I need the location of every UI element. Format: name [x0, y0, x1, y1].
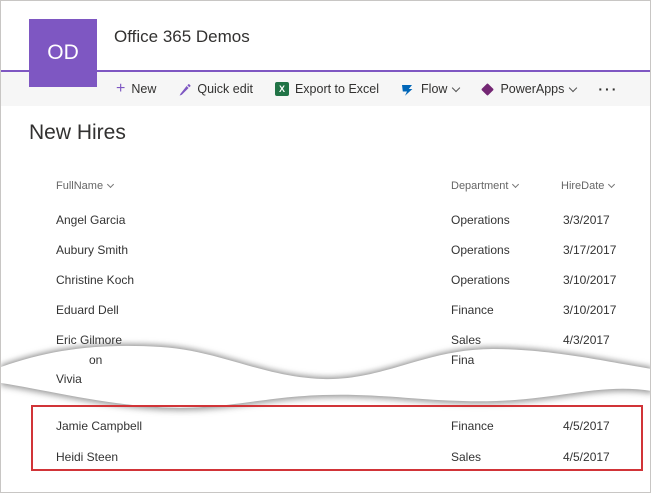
table-row-partial[interactable]: Vivia: [56, 372, 82, 386]
powerapps-label: PowerApps: [500, 82, 564, 96]
cell-fullname: Eduard Dell: [56, 295, 119, 325]
cell-department: Operations: [451, 205, 510, 235]
cell-department: Operations: [451, 235, 510, 265]
new-button-label: New: [131, 82, 156, 96]
table-row-partial[interactable]: Fina: [451, 353, 474, 367]
column-header-department[interactable]: Department: [451, 180, 518, 192]
column-header-fullname[interactable]: FullName: [56, 180, 113, 192]
cell-department: Operations: [451, 265, 510, 295]
powerapps-icon: [482, 83, 495, 96]
table-row-partial[interactable]: on: [89, 353, 102, 367]
quick-edit-label: Quick edit: [197, 82, 253, 96]
table-row[interactable]: Aubury Smith Operations 3/17/2017: [1, 235, 651, 265]
cell-hiredate: 3/17/2017: [563, 235, 616, 265]
cell-fullname: Aubury Smith: [56, 235, 128, 265]
cell-department-fragment: Fina: [451, 353, 474, 367]
column-header-label: HireDate: [561, 180, 604, 192]
chevron-down-icon: [452, 83, 460, 91]
sort-chevron-icon: [107, 181, 114, 188]
export-to-excel-label: Export to Excel: [295, 82, 379, 96]
sort-chevron-icon: [512, 181, 519, 188]
column-header-hiredate[interactable]: HireDate: [561, 180, 614, 192]
quick-edit-button[interactable]: Quick edit: [178, 82, 253, 96]
more-commands-button[interactable]: ···: [598, 81, 618, 97]
flow-icon: [401, 83, 415, 96]
cell-department: Finance: [451, 295, 494, 325]
plus-icon: +: [116, 81, 125, 97]
sharepoint-list-page: OD Office 365 Demos + New Quick edit X E…: [0, 0, 651, 493]
new-button[interactable]: + New: [116, 81, 156, 97]
export-to-excel-button[interactable]: X Export to Excel: [275, 82, 379, 96]
table-row[interactable]: Angel Garcia Operations 3/3/2017: [1, 205, 651, 235]
site-title[interactable]: Office 365 Demos: [114, 27, 250, 47]
page-title: New Hires: [29, 121, 126, 145]
site-logo-initials: OD: [47, 41, 79, 65]
table-row[interactable]: Christine Koch Operations 3/10/2017: [1, 265, 651, 295]
cell-hiredate: 3/10/2017: [563, 295, 616, 325]
table-row[interactable]: Eduard Dell Finance 3/10/2017: [1, 295, 651, 325]
excel-icon: X: [275, 82, 289, 96]
column-header-label: FullName: [56, 180, 103, 192]
flow-menu-button[interactable]: Flow: [401, 82, 459, 96]
site-logo[interactable]: OD: [29, 19, 97, 87]
cell-hiredate: 3/3/2017: [563, 205, 610, 235]
powerapps-menu-button[interactable]: PowerApps: [481, 82, 576, 96]
cell-fullname: Angel Garcia: [56, 205, 125, 235]
command-bar: + New Quick edit X Export to Excel Flow …: [1, 70, 651, 106]
sort-chevron-icon: [608, 181, 615, 188]
excel-icon-letter: X: [279, 84, 285, 94]
pencil-icon: [178, 83, 191, 96]
cell-fullname-fragment: Vivia: [56, 372, 82, 386]
highlight-box: [31, 405, 643, 471]
cell-fullname-fragment: on: [89, 353, 102, 367]
flow-label: Flow: [421, 82, 447, 96]
column-header-label: Department: [451, 180, 508, 192]
cell-hiredate: 3/10/2017: [563, 265, 616, 295]
ellipsis-icon: ···: [598, 81, 618, 97]
chevron-down-icon: [569, 83, 577, 91]
cell-fullname: Christine Koch: [56, 265, 134, 295]
